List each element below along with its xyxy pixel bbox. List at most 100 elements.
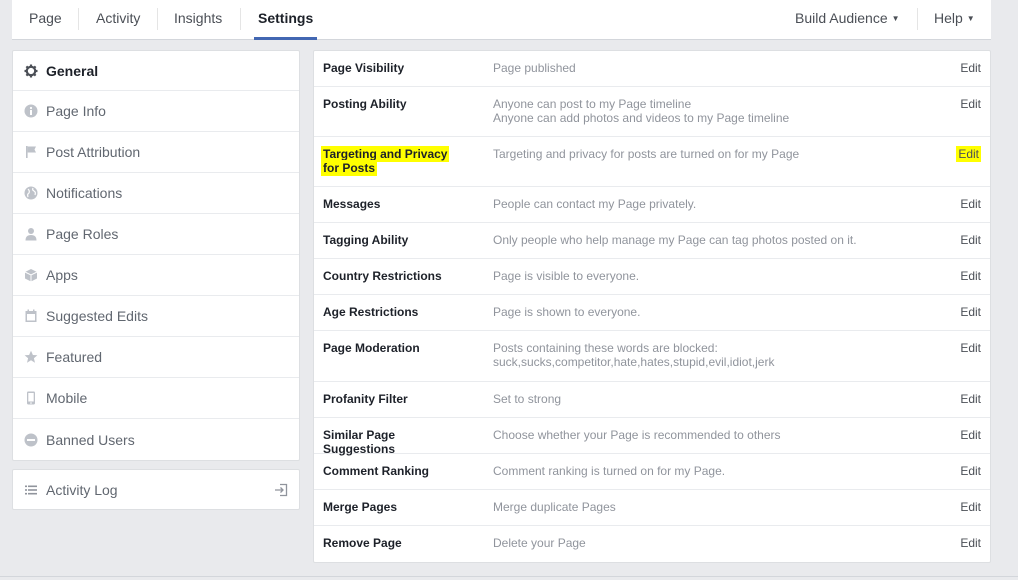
- setting-row-age-restrictions: Age Restrictions Page is shown to everyo…: [314, 295, 990, 331]
- gear-icon: [24, 64, 38, 78]
- sidebar-item-post-attribution[interactable]: Post Attribution: [13, 132, 299, 173]
- sidebar-item-label: Post Attribution: [46, 144, 141, 160]
- setting-label: Merge Pages: [323, 500, 398, 514]
- sidebar-item-apps[interactable]: Apps: [13, 255, 299, 296]
- phone-icon: [24, 391, 38, 405]
- info-icon: [24, 104, 38, 118]
- edit-link[interactable]: Edit: [960, 233, 981, 247]
- activity-log-link[interactable]: Activity Log: [12, 469, 300, 510]
- edit-link[interactable]: Edit: [960, 269, 981, 283]
- setting-label: Posting Ability: [323, 97, 407, 111]
- setting-value: Merge duplicate Pages: [493, 500, 913, 514]
- help-label: Help: [934, 10, 963, 26]
- ban-icon: [24, 433, 38, 447]
- setting-value-line: Page is shown to everyone.: [493, 305, 641, 319]
- setting-row-merge-pages: Merge Pages Merge duplicate Pages Edit: [314, 490, 990, 526]
- setting-row-profanity-filter: Profanity Filter Set to strong Edit: [314, 382, 990, 418]
- setting-label: Similar Page Suggestions: [323, 428, 396, 456]
- sidebar-item-page-info[interactable]: Page Info: [13, 91, 299, 132]
- sidebar-item-label: Suggested Edits: [46, 308, 148, 324]
- setting-label: Country Restrictions: [323, 269, 442, 283]
- setting-row-similar-page-suggestions: Similar Page Suggestions Choose whether …: [314, 418, 990, 456]
- sidebar-item-featured[interactable]: Featured: [13, 337, 299, 378]
- setting-row-remove-page: Remove Page Delete your Page Edit: [314, 526, 990, 562]
- sidebar-item-suggested-edits[interactable]: Suggested Edits: [13, 296, 299, 337]
- sidebar-item-label: Notifications: [46, 185, 123, 201]
- caret-down-icon: ▼: [891, 14, 900, 23]
- help-menu[interactable]: Help ▼: [934, 0, 975, 40]
- edit-link[interactable]: Edit: [960, 97, 981, 111]
- setting-label: Tagging Ability: [323, 233, 409, 247]
- sidebar-item-label: Page Roles: [46, 226, 119, 242]
- setting-row-tagging-ability: Tagging Ability Only people who help man…: [314, 223, 990, 259]
- edit-link[interactable]: Edit: [960, 500, 981, 514]
- edit-link[interactable]: Edit: [960, 61, 981, 75]
- setting-value-line: Comment ranking is turned on for my Page…: [493, 464, 726, 478]
- sidebar-item-label: General: [46, 62, 99, 79]
- edit-link[interactable]: Edit: [960, 392, 981, 406]
- setting-row-targeting-privacy: Targeting and Privacy for Posts Targetin…: [314, 137, 990, 187]
- setting-value: Page is shown to everyone.: [493, 305, 913, 319]
- sidebar-item-mobile[interactable]: Mobile: [13, 378, 299, 419]
- sidebar-item-label: Featured: [46, 349, 103, 365]
- tab-page[interactable]: Page: [29, 0, 62, 40]
- setting-label: Profanity Filter: [323, 392, 408, 406]
- exit-icon: [274, 483, 288, 500]
- setting-label: Messages: [323, 197, 381, 211]
- tab-divider: [917, 8, 918, 30]
- setting-row-country-restrictions: Country Restrictions Page is visible to …: [314, 259, 990, 295]
- setting-value-line: Page published: [493, 61, 576, 75]
- setting-value: Page published: [493, 61, 913, 75]
- calendar-icon: [24, 309, 38, 323]
- cube-icon: [24, 268, 38, 282]
- person-icon: [24, 227, 38, 241]
- setting-value: Set to strong: [493, 392, 913, 406]
- settings-panel: Page Visibility Page published Edit Post…: [313, 50, 991, 563]
- page-bottom-divider: [0, 576, 1018, 577]
- sidebar-item-label: Apps: [46, 267, 78, 283]
- sidebar-item-label: Mobile: [46, 390, 88, 406]
- setting-label: Page Moderation: [323, 341, 420, 355]
- setting-label: Page Visibility: [323, 61, 405, 75]
- tab-divider: [157, 8, 158, 30]
- setting-label: Age Restrictions: [323, 305, 419, 319]
- sidebar-item-label: Banned Users: [46, 431, 135, 448]
- setting-value-line: Choose whether your Page is recommended …: [493, 428, 781, 442]
- setting-label: Targeting and Privacy for Posts: [321, 146, 463, 176]
- sidebar-item-banned-users[interactable]: Banned Users: [13, 419, 299, 460]
- top-nav-bar: Page Activity Insights Settings Build Au…: [12, 0, 991, 40]
- globe-icon: [24, 186, 38, 200]
- tab-divider: [78, 8, 79, 30]
- setting-value: Delete your Page: [493, 536, 913, 550]
- setting-value-line: Anyone can post to my Page timeline: [493, 97, 692, 111]
- setting-row-page-moderation: Page Moderation Posts containing these w…: [314, 331, 990, 382]
- edit-link[interactable]: Edit: [956, 146, 981, 162]
- build-audience-label: Build Audience: [795, 10, 888, 26]
- setting-value-line: Anyone can add photos and videos to my P…: [493, 111, 790, 125]
- edit-link[interactable]: Edit: [960, 464, 981, 478]
- sidebar-item-page-roles[interactable]: Page Roles: [13, 214, 299, 255]
- build-audience-menu[interactable]: Build Audience ▼: [795, 0, 900, 40]
- caret-down-icon: ▼: [966, 14, 975, 23]
- tab-settings[interactable]: Settings: [254, 0, 318, 40]
- setting-row-comment-ranking: Comment Ranking Comment ranking is turne…: [314, 454, 990, 490]
- star-icon: [24, 350, 38, 364]
- setting-row-messages: Messages People can contact my Page priv…: [314, 187, 990, 223]
- edit-link[interactable]: Edit: [960, 305, 981, 319]
- highlighted-label: Targeting and Privacy for Posts: [321, 146, 450, 176]
- setting-value: Page is visible to everyone.: [493, 269, 913, 283]
- tab-activity[interactable]: Activity: [96, 0, 140, 40]
- setting-value-line: Merge duplicate Pages: [493, 500, 616, 514]
- setting-value-line: Only people who help manage my Page can …: [493, 233, 857, 247]
- sidebar-item-notifications[interactable]: Notifications: [13, 173, 299, 214]
- edit-link[interactable]: Edit: [960, 428, 981, 442]
- sidebar-item-general[interactable]: General: [13, 51, 299, 91]
- activity-log-label: Activity Log: [46, 481, 118, 498]
- tab-divider: [240, 8, 241, 30]
- sidebar-item-label: Page Info: [46, 103, 106, 119]
- setting-value: Only people who help manage my Page can …: [493, 233, 913, 247]
- edit-link[interactable]: Edit: [960, 536, 981, 550]
- tab-insights[interactable]: Insights: [174, 0, 222, 40]
- edit-link[interactable]: Edit: [960, 197, 981, 211]
- edit-link[interactable]: Edit: [960, 341, 981, 355]
